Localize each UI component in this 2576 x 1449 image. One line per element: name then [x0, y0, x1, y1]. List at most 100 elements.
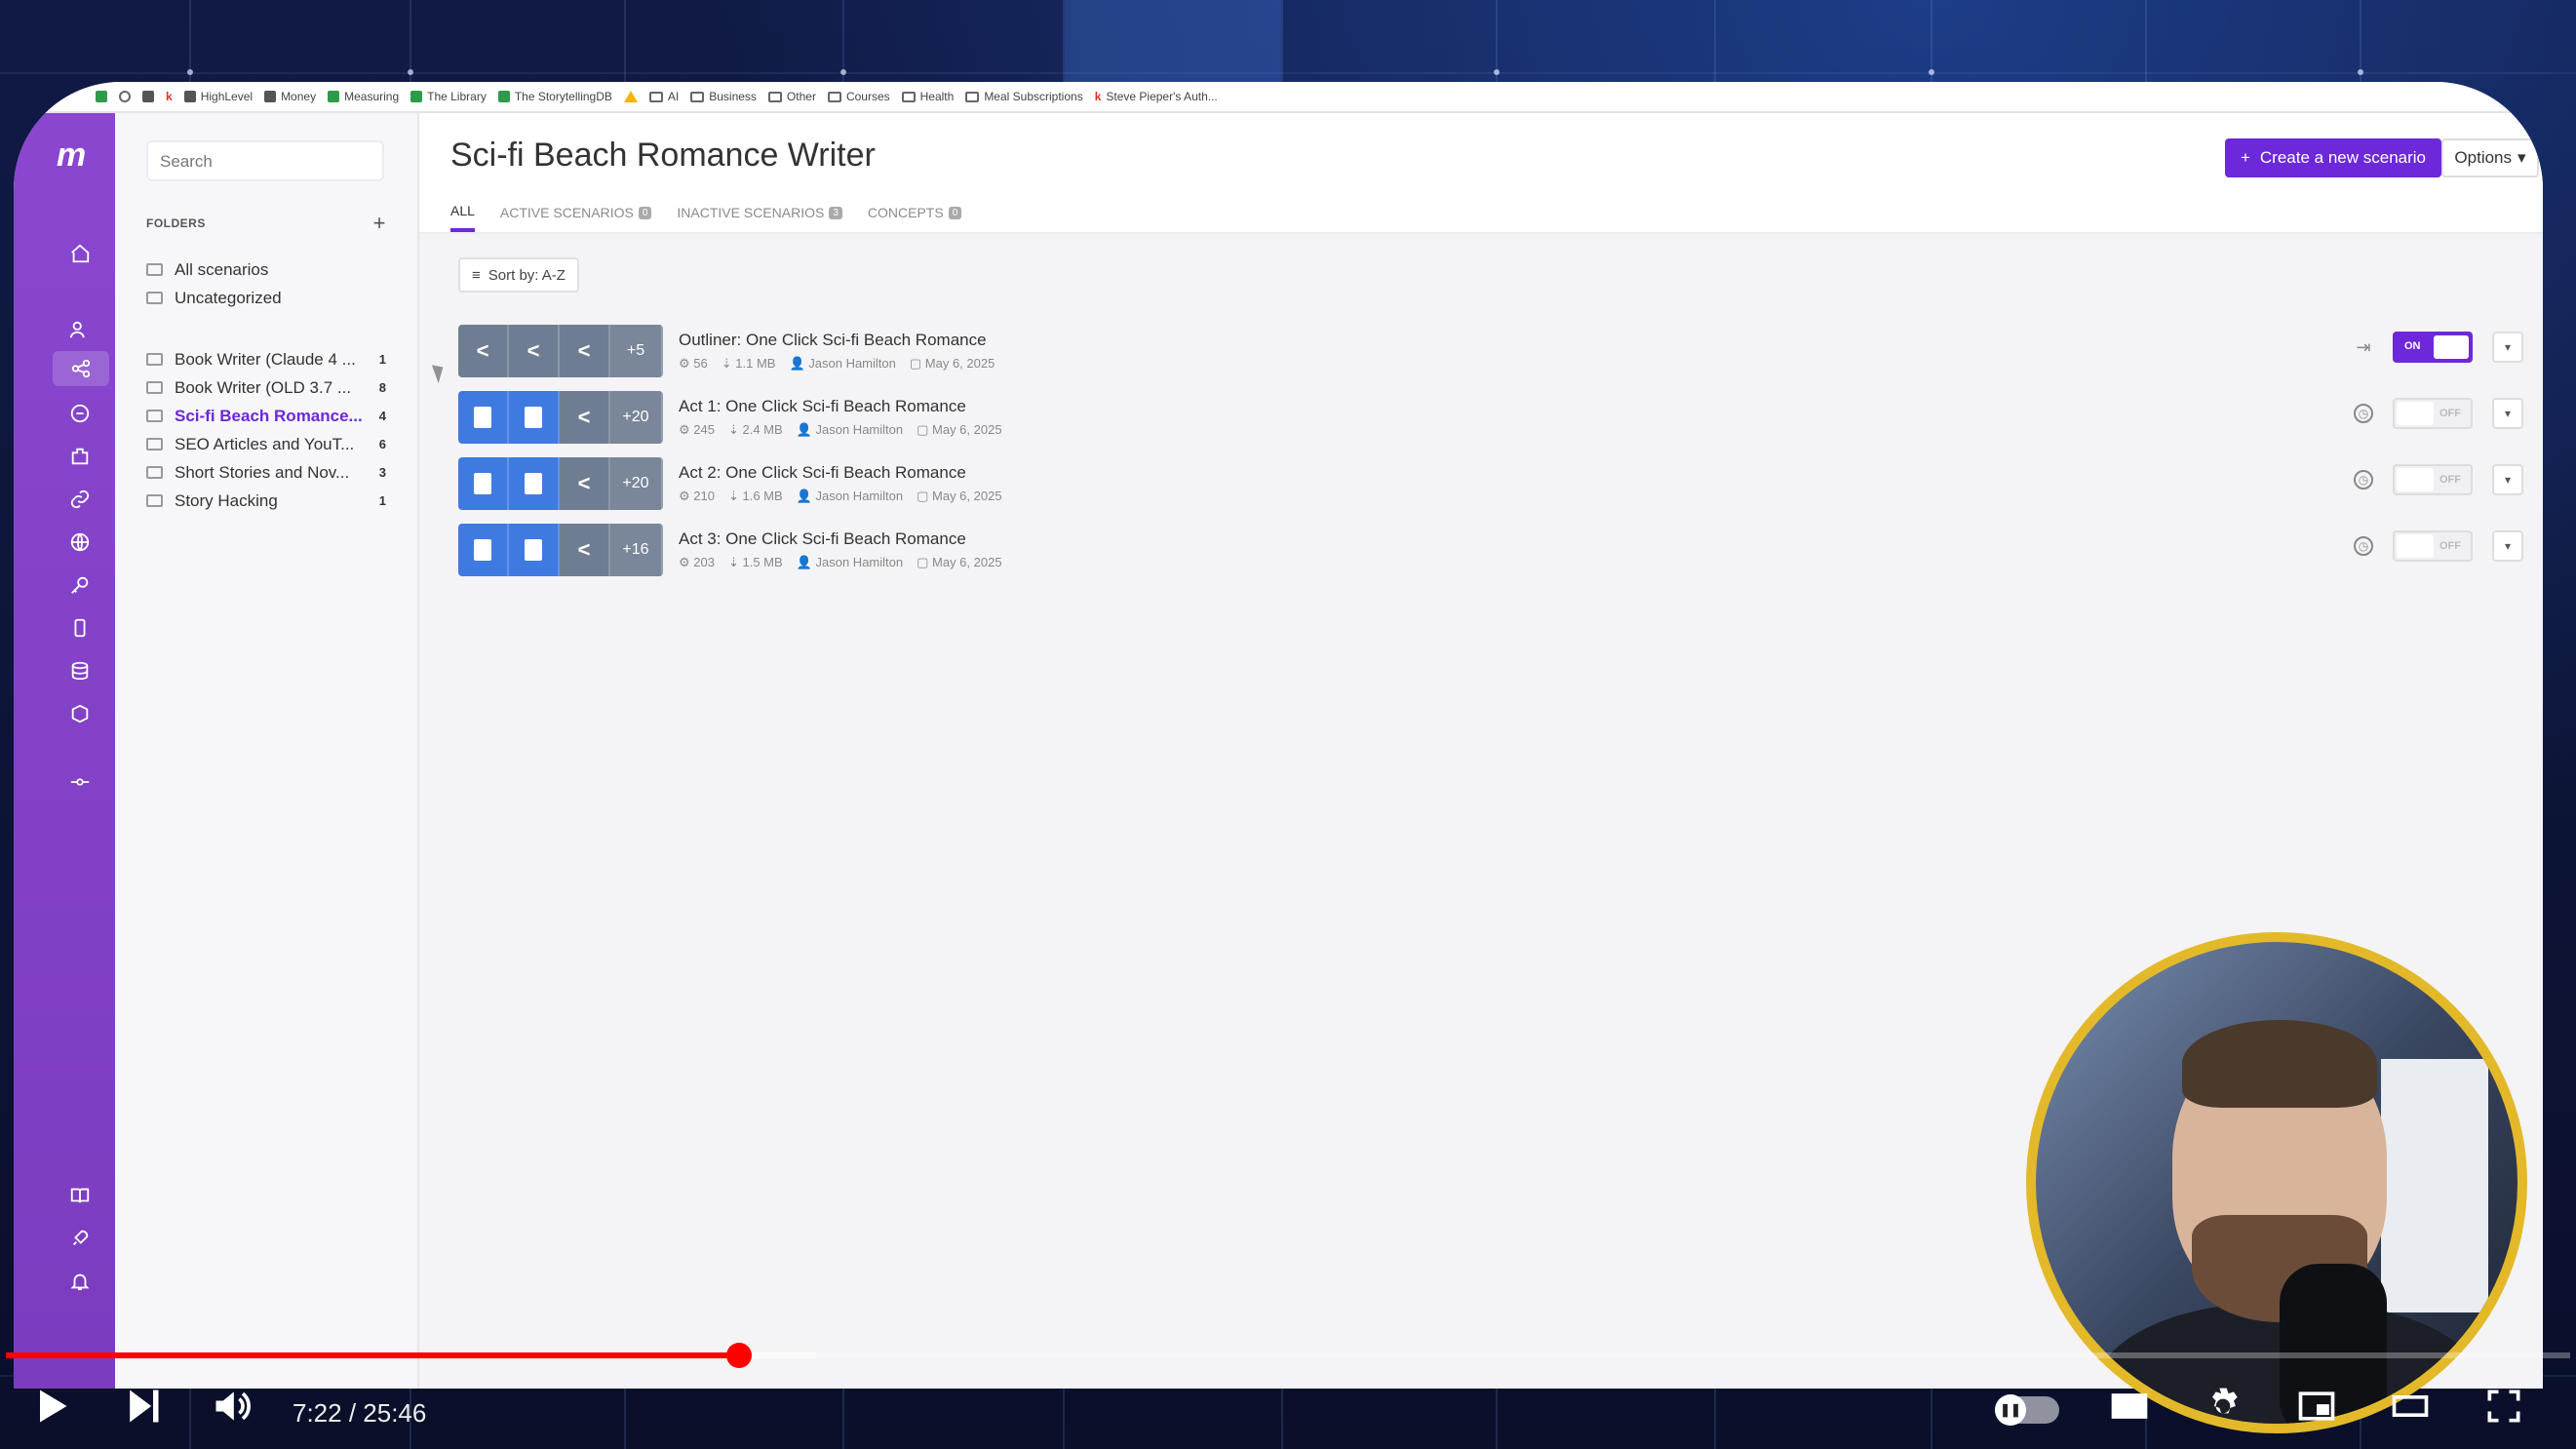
- author: 👤 Jason Hamilton: [796, 422, 904, 437]
- green-square-icon: [96, 91, 107, 102]
- chevron-down-icon[interactable]: ▾: [2492, 332, 2523, 363]
- scenario-title[interactable]: Act 2: One Click Sci-fi Beach Romance: [679, 463, 1002, 483]
- scenario-info: Act 3: One Click Sci-fi Beach Romance ⚙ 2…: [679, 529, 1002, 570]
- scheduling-toggle[interactable]: ON: [2393, 332, 2473, 363]
- drive-icon: [623, 91, 638, 102]
- subtitles-icon[interactable]: [2106, 1383, 2153, 1429]
- apps-icon[interactable]: [68, 445, 92, 468]
- home-icon[interactable]: [68, 242, 92, 265]
- bookmark-item[interactable]: Business: [690, 90, 757, 103]
- scheduling-toggle[interactable]: OFF: [2393, 464, 2473, 495]
- folder-item-active[interactable]: Sci-fi Beach Romance... 4: [146, 402, 386, 430]
- bookmark-item[interactable]: HighLevel: [183, 90, 253, 103]
- volume-icon[interactable]: [209, 1383, 255, 1429]
- webhooks-icon[interactable]: [68, 530, 92, 554]
- bookmark-item[interactable]: [119, 91, 131, 102]
- scenario-row[interactable]: < +20 Act 1: One Click Sci-fi Beach Romanc…: [458, 384, 2523, 450]
- folder-item[interactable]: Book Writer (OLD 3.7 ... 8: [146, 373, 386, 402]
- settings-gear-icon[interactable]: [2200, 1383, 2246, 1429]
- folder-icon: [648, 91, 663, 102]
- search-input[interactable]: Search: [146, 140, 384, 181]
- tab-all[interactable]: ALL: [450, 203, 475, 232]
- scenario-title[interactable]: Act 1: One Click Sci-fi Beach Romance: [679, 397, 1002, 416]
- tab-active-scenarios[interactable]: ACTIVE SCENARIOS 0: [500, 203, 652, 232]
- router-icon: <: [458, 325, 509, 377]
- scheduling-toggle[interactable]: OFF: [2393, 530, 2473, 562]
- bookmark-item[interactable]: Measuring: [328, 90, 399, 103]
- clock-icon[interactable]: ◷: [2354, 404, 2373, 423]
- bookmark-item[interactable]: [623, 91, 638, 102]
- folder-uncategorized[interactable]: Uncategorized: [146, 284, 386, 312]
- connections-icon[interactable]: [68, 488, 92, 511]
- folder-item[interactable]: Book Writer (Claude 4 ... 1: [146, 345, 386, 373]
- author: 👤 Jason Hamilton: [796, 489, 904, 503]
- bookmark-item[interactable]: The StorytellingDB: [497, 90, 612, 103]
- miniplayer-icon[interactable]: [2293, 1383, 2340, 1429]
- date: ▢ May 6, 2025: [909, 356, 995, 371]
- author: 👤 Jason Hamilton: [789, 356, 896, 371]
- bookmark-item[interactable]: Health: [901, 90, 954, 103]
- make-logo-icon[interactable]: m: [57, 137, 86, 175]
- docs-icon[interactable]: [68, 1184, 92, 1207]
- create-scenario-button[interactable]: + Create a new scenario: [2224, 138, 2441, 177]
- flow-control-icon[interactable]: [68, 770, 92, 794]
- options-button[interactable]: Options ▾: [2441, 138, 2539, 177]
- scenario-controls: ◷ OFF ▾: [2354, 398, 2523, 429]
- team-icon[interactable]: [68, 318, 92, 341]
- tab-concepts[interactable]: CONCEPTS 0: [868, 203, 962, 232]
- scrubber-handle[interactable]: [726, 1343, 753, 1368]
- bookmarks-bar: k HighLevel Money Measuring The Library The S…: [14, 82, 2543, 113]
- add-folder-button[interactable]: +: [373, 211, 386, 236]
- scheduling-toggle[interactable]: OFF: [2393, 398, 2473, 429]
- run-once-icon[interactable]: ⇥: [2354, 337, 2373, 357]
- devices-icon[interactable]: [68, 616, 92, 640]
- clock-icon[interactable]: ◷: [2354, 470, 2373, 490]
- templates-icon[interactable]: [68, 402, 92, 425]
- bookmark-item[interactable]: k Steve Pieper's Auth...: [1095, 90, 1218, 103]
- folder-icon: [146, 263, 163, 276]
- more-modules-count: +20: [610, 391, 663, 444]
- keys-icon[interactable]: [68, 573, 92, 597]
- scenario-title[interactable]: Act 3: One Click Sci-fi Beach Romance: [679, 529, 1002, 549]
- data-structures-icon[interactable]: [68, 702, 92, 725]
- scenario-meta: ⚙ 56 ⇣ 1.1 MB 👤 Jason Hamilton ▢ May 6, 202…: [679, 356, 995, 372]
- chevron-down-icon[interactable]: ▾: [2492, 464, 2523, 495]
- sort-button[interactable]: ≡ Sort by: A-Z: [458, 257, 579, 293]
- scenario-row[interactable]: < +20 Act 2: One Click Sci-fi Beach Romanc…: [458, 450, 2523, 517]
- rocket-icon[interactable]: [68, 1227, 92, 1250]
- scenarios-icon[interactable]: [53, 351, 109, 386]
- bookmark-item[interactable]: Other: [767, 90, 816, 103]
- scenario-row[interactable]: < < < +5 Outliner: One Click Sci-fi Beach Ro…: [458, 318, 2523, 384]
- next-icon[interactable]: [119, 1383, 166, 1429]
- bookmark-item[interactable]: Courses: [827, 90, 890, 103]
- bookmark-item[interactable]: Money: [264, 90, 316, 103]
- bookmark-item[interactable]: [142, 91, 154, 102]
- google-docs-icon: [458, 524, 509, 576]
- notifications-icon[interactable]: [68, 1270, 92, 1293]
- chevron-down-icon[interactable]: ▾: [2492, 398, 2523, 429]
- folder-all-scenarios[interactable]: All scenarios: [146, 255, 386, 284]
- theater-mode-icon[interactable]: [2387, 1383, 2434, 1429]
- autoplay-toggle[interactable]: ❚❚: [1995, 1394, 2059, 1426]
- globe-icon: [119, 91, 131, 102]
- bookmark-item[interactable]: The Library: [410, 90, 487, 103]
- plus-icon: +: [2240, 148, 2250, 167]
- play-icon[interactable]: [27, 1383, 74, 1429]
- bookmark-item[interactable]: AI: [648, 90, 679, 103]
- scenario-title[interactable]: Outliner: One Click Sci-fi Beach Romance: [679, 331, 995, 350]
- folder-item[interactable]: SEO Articles and YouT... 6: [146, 430, 386, 458]
- tab-inactive-scenarios[interactable]: INACTIVE SCENARIOS 3: [677, 203, 842, 232]
- bookmark-item[interactable]: Meal Subscriptions: [965, 90, 1083, 103]
- fullscreen-icon[interactable]: [2480, 1383, 2527, 1429]
- clock-icon[interactable]: ◷: [2354, 536, 2373, 556]
- video-progress-bar[interactable]: [6, 1343, 2570, 1368]
- chevron-down-icon[interactable]: ▾: [2492, 530, 2523, 562]
- bookmark-item[interactable]: k: [166, 90, 173, 103]
- folder-icon: [146, 438, 163, 450]
- scenario-row[interactable]: < +16 Act 3: One Click Sci-fi Beach Romanc…: [458, 517, 2523, 583]
- folder-item[interactable]: Story Hacking 1: [146, 487, 386, 515]
- datastores-icon[interactable]: [68, 659, 92, 683]
- folder-item[interactable]: Short Stories and Nov... 3: [146, 458, 386, 487]
- bookmark-item[interactable]: [96, 91, 107, 102]
- scenario-info: Outliner: One Click Sci-fi Beach Romance…: [679, 331, 995, 372]
